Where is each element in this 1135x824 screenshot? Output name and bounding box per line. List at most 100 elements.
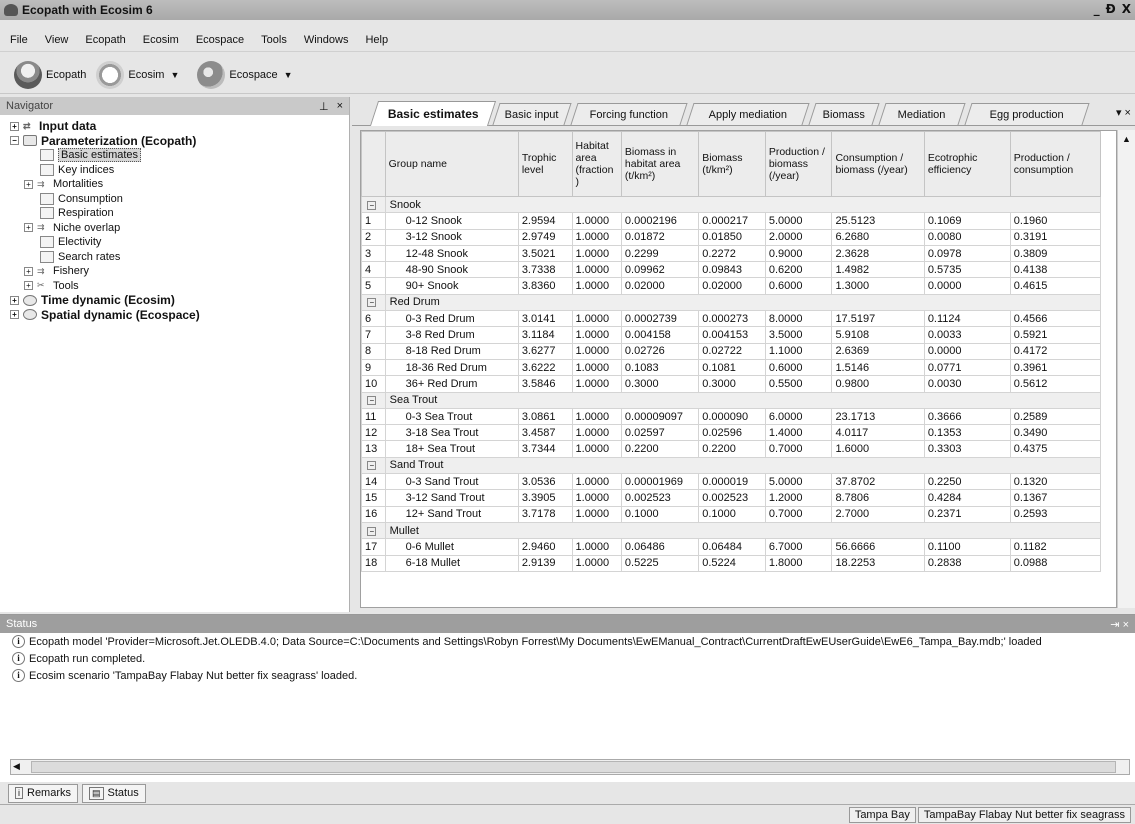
value-cell[interactable]: 1.0000 [571, 244, 622, 263]
value-cell[interactable]: 0.1367 [1009, 489, 1102, 507]
value-cell[interactable]: 0.0000 [923, 277, 1011, 295]
value-cell[interactable]: 0.1320 [1009, 473, 1102, 491]
value-cell[interactable]: 0.2593 [1009, 505, 1102, 523]
value-cell[interactable]: 1.0000 [571, 505, 622, 523]
value-cell[interactable]: 0.5224 [698, 554, 766, 572]
value-cell[interactable]: 1.0000 [571, 473, 622, 491]
value-cell[interactable]: 2.7000 [831, 505, 925, 523]
table-row[interactable]: 8 8-18 Red Drum 3.6277 1.0000 0.02726 0.02722… [361, 342, 1102, 360]
value-cell[interactable]: 0.2200 [698, 440, 766, 458]
value-cell[interactable]: 0.000273 [698, 310, 766, 328]
value-cell[interactable]: 1.4982 [831, 261, 925, 279]
value-cell[interactable]: 0.2371 [923, 505, 1011, 523]
table-row[interactable]: 2 3-12 Snook 2.9749 1.0000 0.01872 0.01850 2.0… [361, 228, 1102, 246]
value-cell[interactable]: 8.7806 [831, 489, 925, 507]
chevron-down-icon[interactable]: ▼ [170, 70, 179, 80]
value-cell[interactable]: 0.6200 [764, 261, 833, 279]
chevron-down-icon[interactable]: ▼ [284, 70, 293, 80]
group-name-cell[interactable]: 3-12 Sand Trout [384, 489, 519, 507]
value-cell[interactable]: 1.0000 [571, 538, 622, 556]
value-cell[interactable]: 0.0002739 [620, 310, 700, 328]
table-row[interactable]: 5 90+ Snook 3.8360 1.0000 0.02000 0.02000 0.60… [361, 277, 1102, 295]
group-name-cell[interactable]: 0-3 Sand Trout [384, 473, 519, 491]
menu-ecopath[interactable]: Ecopath [85, 34, 125, 46]
tree-item-parameterization[interactable]: − Parameterization (Ecopath) [10, 134, 349, 149]
group-row[interactable]: − Sand Trout [361, 456, 1102, 475]
value-cell[interactable]: 0.7000 [764, 505, 833, 523]
value-cell[interactable]: 17.5197 [831, 310, 925, 328]
vertical-scrollbar[interactable]: ▲ [1117, 130, 1135, 608]
table-row[interactable]: 1 0-12 Snook 2.9594 1.0000 0.0002196 0.000217… [361, 212, 1102, 230]
value-cell[interactable]: 0.09843 [698, 261, 766, 279]
expand-icon[interactable]: + [24, 266, 33, 276]
value-cell[interactable]: 3.5846 [517, 375, 573, 393]
value-cell[interactable]: 56.6666 [831, 538, 925, 556]
ecosim-button[interactable]: Ecosim ▼ [96, 60, 187, 89]
tree-item-mortalities[interactable]: + ⇉ Mortalities [10, 177, 349, 192]
status-pane-buttons[interactable]: ⇥ × [1110, 618, 1129, 631]
table-row[interactable]: 13 18+ Sea Trout 3.7344 1.0000 0.2200 0.2200 0… [361, 440, 1102, 458]
group-row[interactable]: − Sea Trout [361, 391, 1102, 409]
value-cell[interactable]: 3.0536 [517, 473, 573, 491]
menu-ecospace[interactable]: Ecospace [196, 34, 244, 46]
column-header[interactable]: Group name [384, 131, 519, 197]
value-cell[interactable]: 25.5123 [831, 212, 925, 230]
value-cell[interactable]: 0.3666 [923, 407, 1011, 426]
value-cell[interactable]: 0.4284 [923, 489, 1011, 507]
group-name-cell[interactable]: 18-36 Red Drum [384, 358, 519, 377]
value-cell[interactable]: 0.002523 [620, 489, 700, 507]
expand-icon[interactable]: + [24, 179, 33, 189]
tab-status[interactable]: ▤ Status [82, 783, 146, 803]
value-cell[interactable]: 3.5000 [764, 326, 833, 344]
tab-basic-input[interactable]: Basic input [492, 103, 572, 125]
ecospace-button[interactable]: Ecospace ▼ [197, 60, 300, 89]
group-name-cell[interactable]: 3-8 Red Drum [384, 326, 519, 344]
value-cell[interactable]: 1.5146 [831, 358, 925, 377]
value-cell[interactable]: 0.1182 [1009, 538, 1102, 556]
menu-file[interactable]: File [10, 34, 28, 46]
group-name-cell[interactable]: 8-18 Red Drum [384, 342, 519, 360]
value-cell[interactable]: 0.0000 [923, 342, 1011, 360]
value-cell[interactable]: 1.0000 [571, 326, 622, 344]
value-cell[interactable]: 0.5500 [764, 375, 833, 393]
value-cell[interactable]: 0.02597 [620, 424, 700, 442]
table-row[interactable]: 15 3-12 Sand Trout 3.3905 1.0000 0.002523 0.0… [361, 489, 1102, 507]
value-cell[interactable]: 1.2000 [764, 489, 833, 507]
group-name-cell[interactable]: 0-3 Red Drum [384, 310, 519, 328]
value-cell[interactable]: 3.1184 [517, 326, 573, 344]
tree-item-fishery[interactable]: + ⇉ Fishery [10, 264, 349, 279]
value-cell[interactable]: 0.1081 [698, 358, 766, 377]
tab-mediation[interactable]: Mediation [878, 103, 966, 125]
value-cell[interactable]: 0.02722 [698, 342, 766, 360]
column-header[interactable]: Ecotrophic efficiency [923, 131, 1011, 197]
minimize-button[interactable]: _ [1092, 2, 1102, 16]
value-cell[interactable]: 0.02596 [698, 424, 766, 442]
value-cell[interactable]: 1.3000 [831, 277, 925, 295]
value-cell[interactable]: 0.000090 [698, 407, 766, 426]
scroll-thumb[interactable] [31, 761, 1116, 773]
value-cell[interactable]: 0.6000 [764, 358, 833, 377]
menu-tools[interactable]: Tools [261, 34, 287, 46]
value-cell[interactable]: 8.0000 [764, 310, 833, 328]
value-cell[interactable]: 0.4375 [1009, 440, 1102, 458]
tab-apply-mediation[interactable]: Apply mediation [686, 103, 810, 125]
value-cell[interactable]: 3.5021 [517, 244, 573, 263]
column-header[interactable]: Biomass (t/km²) [698, 131, 766, 197]
value-cell[interactable]: 0.004158 [620, 326, 700, 344]
value-cell[interactable]: 1.0000 [571, 310, 622, 328]
value-cell[interactable]: 0.2838 [923, 554, 1011, 572]
value-cell[interactable]: 0.9000 [764, 244, 833, 263]
group-name-cell[interactable]: 0-3 Sea Trout [384, 407, 519, 426]
group-name-cell[interactable]: 90+ Snook [384, 277, 519, 295]
collapse-icon[interactable]: − [10, 136, 19, 146]
value-cell[interactable]: 0.7000 [764, 440, 833, 458]
value-cell[interactable]: 2.9460 [517, 538, 573, 556]
value-cell[interactable]: 2.9749 [517, 228, 573, 246]
value-cell[interactable]: 0.2589 [1009, 407, 1102, 426]
tree-item-basic-estimates[interactable]: Basic estimates [10, 148, 349, 163]
value-cell[interactable]: 1.0000 [571, 440, 622, 458]
value-cell[interactable]: 0.3961 [1009, 358, 1102, 377]
value-cell[interactable]: 0.3809 [1009, 244, 1102, 263]
value-cell[interactable]: 2.3628 [831, 244, 925, 263]
tree-item-niche-overlap[interactable]: + ⇉ Niche overlap [10, 221, 349, 236]
